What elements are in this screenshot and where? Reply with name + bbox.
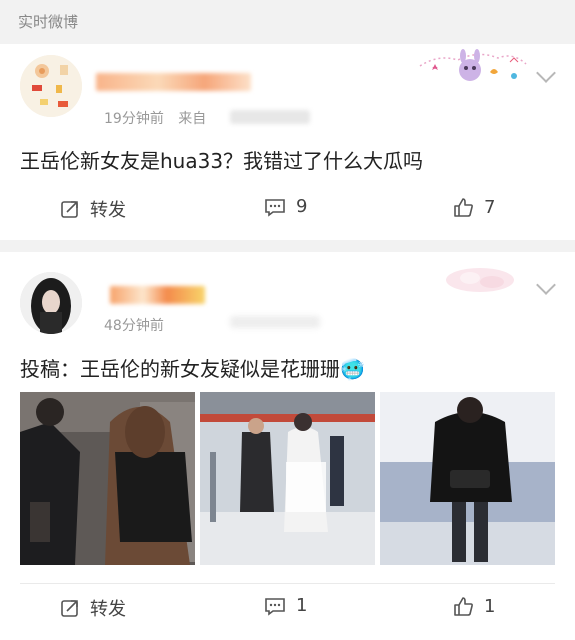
- post-time: 48分钟前: [104, 318, 164, 334]
- like-count: 1: [484, 595, 496, 617]
- post-time: 19分钟前: [104, 111, 164, 127]
- post-image[interactable]: [200, 392, 375, 565]
- emoji: 🥶: [340, 357, 365, 381]
- avatar[interactable]: [20, 272, 82, 334]
- photo-2: [200, 392, 375, 565]
- post-image[interactable]: [20, 392, 195, 565]
- repost-button[interactable]: 转发: [60, 595, 126, 621]
- username-blurred[interactable]: [96, 73, 251, 91]
- comment-icon: [265, 597, 285, 616]
- post-meta: 19分钟前 来自: [104, 108, 206, 128]
- repost-icon: [61, 201, 78, 218]
- card-decoration: [419, 49, 527, 81]
- photo-1: [20, 392, 195, 565]
- comment-count: 9: [296, 196, 308, 217]
- repost-button[interactable]: 转发: [60, 196, 126, 222]
- card-decoration: [446, 268, 514, 292]
- like-count: 7: [484, 196, 496, 218]
- username-blurred[interactable]: [110, 286, 205, 304]
- comment-icon: [265, 198, 285, 217]
- thumbs-up-icon: [454, 198, 473, 217]
- like-button[interactable]: 1: [452, 595, 495, 617]
- avatar-image: [20, 55, 82, 117]
- thumbs-up-icon: [454, 597, 473, 616]
- like-button[interactable]: 7: [452, 196, 495, 218]
- post-text: 投稿：王岳伦的新女友疑似是花珊珊🥶: [20, 353, 365, 382]
- repost-label: 转发: [90, 200, 126, 221]
- comment-button[interactable]: 1: [264, 595, 307, 616]
- comment-count: 1: [296, 595, 308, 616]
- repost-label: 转发: [90, 599, 126, 620]
- section-header: 实时微博: [0, 0, 575, 44]
- source-blurred: [230, 110, 310, 124]
- post-meta: 48分钟前: [104, 315, 164, 335]
- post-text: 王岳伦新女友是hua33？我错过了什么大瓜吗: [20, 149, 424, 173]
- repost-icon: [61, 600, 78, 617]
- post-source-label: 来自: [178, 111, 207, 127]
- comment-button[interactable]: 9: [264, 196, 307, 217]
- action-bar: 转发 1 1: [0, 595, 575, 625]
- action-bar: 转发 9 7: [0, 196, 575, 226]
- separator: [20, 583, 555, 584]
- post-text-body: 投稿：王岳伦的新女友疑似是花珊珊: [20, 357, 340, 381]
- source-blurred: [230, 316, 320, 328]
- post-image[interactable]: [380, 392, 555, 565]
- section-title: 实时微博: [18, 13, 79, 31]
- avatar-image: [20, 272, 82, 334]
- avatar[interactable]: [20, 55, 82, 117]
- photo-3: [380, 392, 555, 565]
